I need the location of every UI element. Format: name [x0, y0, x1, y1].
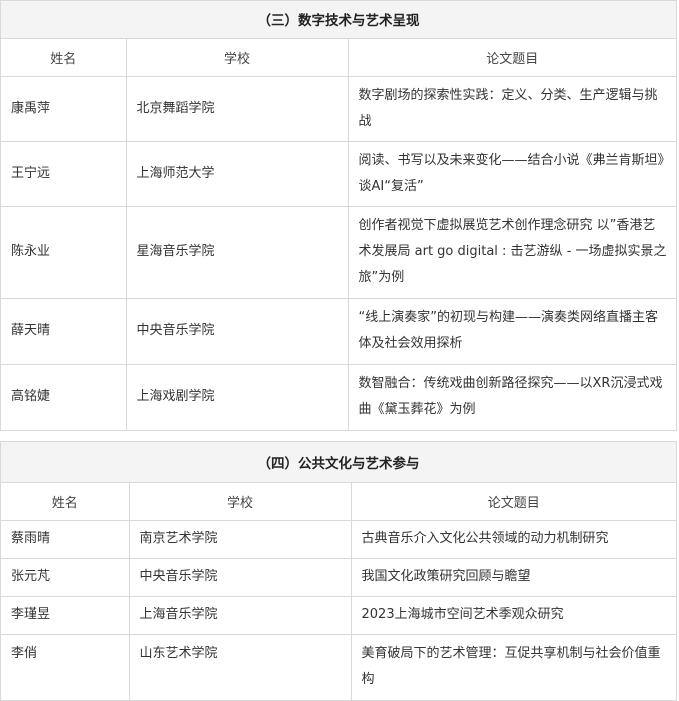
cell-title: 数智融合：传统戏曲创新路径探究——以XR沉浸式戏曲《黛玉葬花》为例 — [347, 363, 676, 430]
cell-title: 我国文化政策研究回顾与瞻望 — [350, 557, 676, 597]
header-title: 论文题目 — [347, 37, 676, 77]
cell-title: 古典音乐介入文化公共领域的动力机制研究 — [350, 519, 676, 559]
cell-school: 南京艺术学院 — [128, 519, 352, 559]
table-row: 李俏 山东艺术学院 美育破局下的艺术管理：互促共享机制与社会价值重构 — [1, 633, 676, 700]
cell-title: 数字剧场的探索性实践：定义、分类、生产逻辑与挑战 — [347, 75, 676, 142]
header-school: 学校 — [125, 37, 349, 77]
cell-name: 蔡雨晴 — [1, 519, 130, 559]
cell-school: 山东艺术学院 — [128, 633, 352, 700]
papers-table-section-4: （四）公共文化与艺术参与 姓名 学校 论文题目 蔡雨晴 南京艺术学院 古典音乐介… — [1, 442, 676, 700]
cell-school: 上海师范大学 — [125, 140, 349, 207]
cell-title: 美育破局下的艺术管理：互促共享机制与社会价值重构 — [350, 633, 676, 700]
cell-school: 星海音乐学院 — [125, 205, 349, 299]
cell-school: 中央音乐学院 — [125, 297, 349, 365]
cell-name: 薛天晴 — [1, 297, 127, 365]
section-title-row: （三）数字技术与艺术呈现 — [1, 1, 676, 39]
section-title: （三）数字技术与艺术呈现 — [1, 1, 676, 39]
header-title: 论文题目 — [350, 481, 676, 521]
table-row: 薛天晴 中央音乐学院 “线上演奏家”的初现与构建——演奏类网络直播主客体及社会效… — [1, 297, 676, 365]
cell-name: 康禹萍 — [1, 75, 127, 142]
cell-name: 高铭婕 — [1, 363, 127, 430]
cell-name: 李瑾昱 — [1, 595, 130, 635]
table-row: 李瑾昱 上海音乐学院 2023上海城市空间艺术季观众研究 — [1, 595, 676, 635]
cell-title: 2023上海城市空间艺术季观众研究 — [350, 595, 676, 635]
column-header-row: 姓名 学校 论文题目 — [1, 37, 676, 77]
header-name: 姓名 — [1, 481, 130, 521]
cell-title: 阅读、书写以及未来变化——结合小说《弗兰肯斯坦》谈AI“复活” — [347, 140, 676, 207]
cell-school: 北京舞蹈学院 — [125, 75, 349, 142]
cell-school: 上海音乐学院 — [128, 595, 352, 635]
cell-name: 陈永业 — [1, 205, 127, 299]
table-row: 陈永业 星海音乐学院 创作者视觉下虚拟展览艺术创作理念研究 以”香港艺术发展局 … — [1, 205, 676, 299]
column-header-row: 姓名 学校 论文题目 — [1, 481, 676, 521]
cell-name: 王宁远 — [1, 140, 127, 207]
cell-name: 张元芃 — [1, 557, 130, 597]
table-row: 高铭婕 上海戏剧学院 数智融合：传统戏曲创新路径探究——以XR沉浸式戏曲《黛玉葬… — [1, 363, 676, 430]
table-row: 康禹萍 北京舞蹈学院 数字剧场的探索性实践：定义、分类、生产逻辑与挑战 — [1, 75, 676, 142]
table-row: 王宁远 上海师范大学 阅读、书写以及未来变化——结合小说《弗兰肯斯坦》谈AI“复… — [1, 140, 676, 207]
header-name: 姓名 — [1, 37, 127, 77]
table-row: 蔡雨晴 南京艺术学院 古典音乐介入文化公共领域的动力机制研究 — [1, 519, 676, 559]
cell-title: “线上演奏家”的初现与构建——演奏类网络直播主客体及社会效用探析 — [347, 297, 676, 365]
table-public-culture: （四）公共文化与艺术参与 姓名 学校 论文题目 蔡雨晴 南京艺术学院 古典音乐介… — [0, 441, 677, 701]
cell-school: 上海戏剧学院 — [125, 363, 349, 430]
papers-table-section-3: （三）数字技术与艺术呈现 姓名 学校 论文题目 康禹萍 北京舞蹈学院 数字剧场的… — [1, 1, 676, 430]
header-school: 学校 — [128, 481, 352, 521]
table-digital-tech-art: （三）数字技术与艺术呈现 姓名 学校 论文题目 康禹萍 北京舞蹈学院 数字剧场的… — [0, 0, 677, 431]
cell-name: 李俏 — [1, 633, 130, 700]
cell-school: 中央音乐学院 — [128, 557, 352, 597]
section-title: （四）公共文化与艺术参与 — [1, 442, 676, 483]
cell-title: 创作者视觉下虚拟展览艺术创作理念研究 以”香港艺术发展局 art go digi… — [347, 205, 676, 299]
section-title-row: （四）公共文化与艺术参与 — [1, 442, 676, 483]
table-row: 张元芃 中央音乐学院 我国文化政策研究回顾与瞻望 — [1, 557, 676, 597]
